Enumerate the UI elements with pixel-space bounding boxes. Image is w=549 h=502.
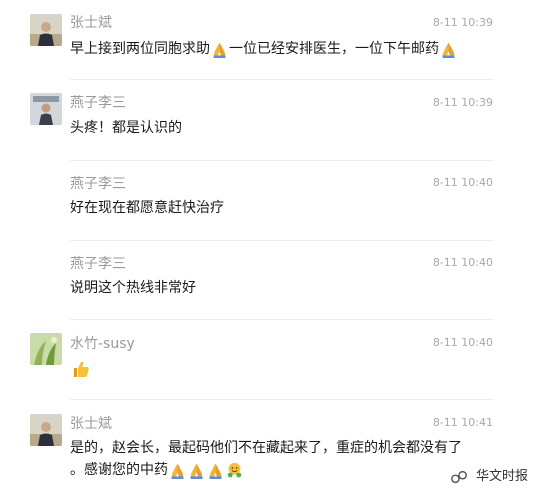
wechat-channel-icon bbox=[450, 468, 468, 486]
message-text: 好在现在都愿意赶快治疗 bbox=[70, 200, 224, 216]
message-divider bbox=[70, 399, 494, 400]
message-text-part: 一位已经安排医生，一位下午邮药 bbox=[229, 41, 439, 57]
message-text-line: 。感谢您的中药 bbox=[70, 459, 480, 481]
watermark-text: 华文时报 bbox=[476, 469, 529, 484]
sender-name[interactable]: 张士斌 bbox=[70, 14, 112, 32]
sender-name[interactable]: 燕子李三 bbox=[70, 94, 126, 112]
avatar[interactable] bbox=[30, 333, 62, 365]
folded-hands-icon bbox=[169, 462, 186, 479]
thumbs-up-icon bbox=[71, 359, 91, 379]
watermark: 华文时报 bbox=[450, 466, 528, 488]
avatar[interactable] bbox=[30, 93, 62, 125]
sender-name[interactable]: 燕子李三 bbox=[70, 175, 126, 193]
folded-hands-icon bbox=[440, 41, 457, 58]
hugging-face-icon bbox=[226, 462, 243, 479]
folded-hands-icon bbox=[211, 41, 228, 58]
timestamp: 8-11 10:40 bbox=[432, 256, 493, 269]
timestamp: 8-11 10:39 bbox=[432, 96, 493, 109]
avatar[interactable] bbox=[30, 14, 62, 46]
message-text-part: 早上接到两位同胞求助 bbox=[70, 41, 210, 57]
message-text bbox=[70, 358, 480, 380]
message-divider bbox=[70, 240, 494, 241]
sender-name[interactable]: 燕子李三 bbox=[70, 255, 126, 273]
message-divider bbox=[70, 160, 494, 161]
folded-hands-icon bbox=[207, 462, 224, 479]
message-text: 早上接到两位同胞求助 一位已经安排医生，一位下午邮药 bbox=[70, 38, 480, 60]
timestamp: 8-11 10:41 bbox=[432, 416, 493, 429]
message-text: 是的，赵会长，最起码他们不在藏起来了，重症的机会都没有了 。感谢您的中药 bbox=[70, 437, 480, 481]
timestamp: 8-11 10:40 bbox=[432, 336, 493, 349]
timestamp: 8-11 10:39 bbox=[432, 16, 493, 29]
sender-name[interactable]: 水竹-susy bbox=[70, 335, 135, 353]
timestamp: 8-11 10:40 bbox=[432, 176, 493, 189]
message-text: 头疼！都是认识的 bbox=[70, 120, 182, 136]
folded-hands-icon bbox=[188, 462, 205, 479]
message-divider bbox=[70, 319, 494, 320]
sender-name[interactable]: 张士斌 bbox=[70, 415, 112, 433]
avatar[interactable] bbox=[30, 414, 62, 446]
message-text-line: 是的，赵会长，最起码他们不在藏起来了，重症的机会都没有了 bbox=[70, 440, 462, 456]
message-text-part: 。感谢您的中药 bbox=[70, 462, 168, 478]
message-divider bbox=[70, 79, 494, 80]
message-text: 说明这个热线非常好 bbox=[70, 280, 196, 296]
